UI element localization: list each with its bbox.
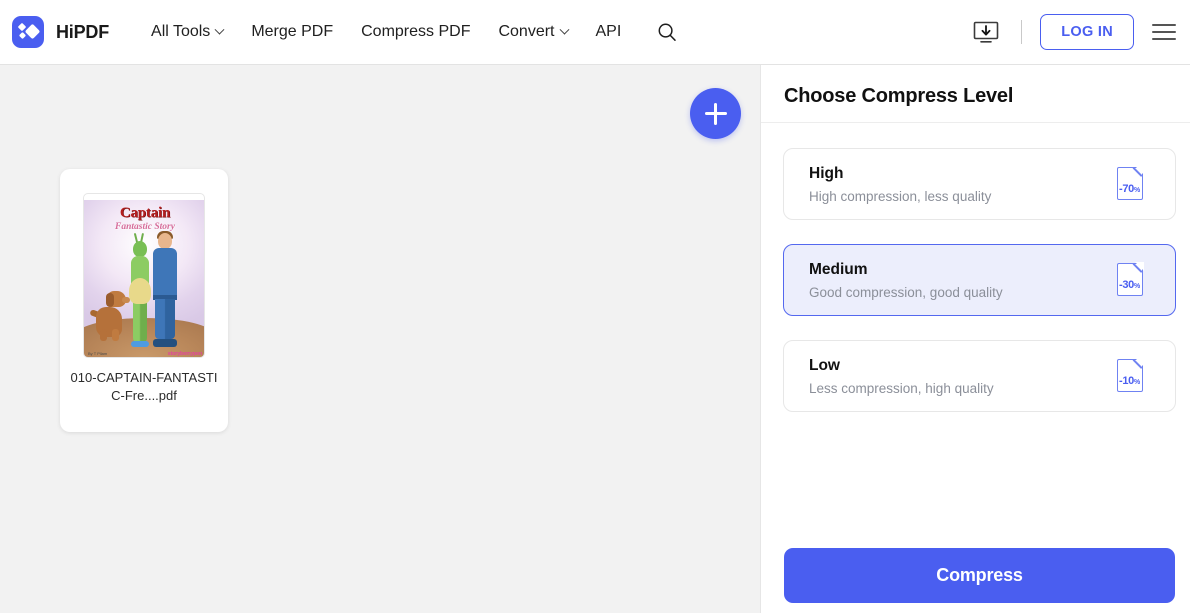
nav-item-all-tools[interactable]: All Tools: [137, 17, 237, 47]
nav-item-label: All Tools: [151, 23, 211, 40]
option-title: Medium: [809, 260, 868, 278]
option-badge: -70: [1119, 183, 1134, 195]
compress-settings-panel: Choose Compress Level High High compress…: [760, 65, 1190, 613]
compress-option-high[interactable]: High High compression, less quality -70%: [783, 148, 1176, 220]
compress-option-low[interactable]: Low Less compression, high quality -10%: [783, 340, 1176, 412]
compress-option-medium[interactable]: Medium Good compression, good quality -3…: [783, 244, 1176, 316]
document-percent-icon: -70%: [1117, 166, 1147, 201]
file-thumbnail: Captain Fantastic Story By T Pllam story…: [83, 193, 205, 358]
nav-item-merge-pdf[interactable]: Merge PDF: [237, 17, 347, 47]
nav-item-label: API: [595, 23, 622, 40]
nav-item-label: Merge PDF: [251, 23, 334, 40]
header-divider: [1021, 20, 1023, 44]
compress-button[interactable]: Compress: [784, 548, 1175, 603]
nav-item-label: Compress PDF: [361, 23, 471, 40]
option-description: High compression, less quality: [809, 188, 992, 204]
chevron-down-icon: [559, 24, 569, 35]
brand-name: HiPDF: [56, 21, 110, 42]
chevron-down-icon: [214, 24, 225, 35]
option-title: Low: [809, 356, 840, 374]
hamburger-menu-icon[interactable]: [1152, 23, 1176, 41]
file-name: 010-CAPTAIN-FANTASTIC-Fre....pdf: [70, 370, 218, 403]
pdf-cover-preview: Captain Fantastic Story By T Pllam story…: [84, 200, 204, 357]
option-badge-symbol: %: [1134, 283, 1140, 290]
file-card[interactable]: Captain Fantastic Story By T Pllam story…: [60, 169, 228, 432]
option-badge: -10: [1119, 375, 1134, 387]
document-percent-icon: -30%: [1117, 262, 1147, 297]
nav-item-api[interactable]: API: [582, 17, 636, 47]
search-icon[interactable]: [653, 18, 681, 46]
panel-divider: [761, 122, 1190, 123]
add-file-button[interactable]: [690, 88, 741, 139]
option-description: Good compression, good quality: [809, 284, 1003, 300]
brand[interactable]: HiPDF: [12, 16, 109, 48]
compress-level-options: High High compression, less quality -70%…: [783, 148, 1176, 436]
desktop-download-icon[interactable]: [969, 17, 1003, 47]
document-percent-icon: -10%: [1117, 358, 1147, 393]
option-badge-symbol: %: [1134, 187, 1140, 194]
login-button[interactable]: LOG IN: [1040, 14, 1134, 50]
panel-title: Choose Compress Level: [784, 85, 1014, 107]
nav-item-label: Convert: [498, 23, 555, 40]
main-nav: All Tools Merge PDF Compress PDF Convert…: [137, 17, 681, 47]
option-title: High: [809, 164, 844, 182]
file-workspace: Captain Fantastic Story By T Pllam story…: [0, 65, 760, 613]
cover-credit: By T Pllam: [88, 351, 108, 356]
man-character-illustration: [152, 231, 178, 347]
cover-subtitle: Fantastic Story: [115, 222, 175, 232]
nav-item-convert[interactable]: Convert: [484, 17, 581, 47]
alien-character-illustration: [128, 232, 152, 347]
option-badge: -30: [1119, 279, 1134, 291]
cover-title: Captain: [119, 205, 171, 221]
option-badge-symbol: %: [1134, 379, 1140, 386]
cover-brand: storyberrypen: [167, 351, 203, 357]
app-header: HiPDF All Tools Merge PDF Compress PDF C…: [0, 0, 1190, 65]
header-right-actions: LOG IN: [969, 14, 1190, 50]
hipdf-diamond-logo-icon: [12, 16, 44, 48]
dog-illustration: [89, 289, 130, 341]
option-description: Less compression, high quality: [809, 380, 994, 396]
nav-item-compress-pdf[interactable]: Compress PDF: [347, 17, 484, 47]
